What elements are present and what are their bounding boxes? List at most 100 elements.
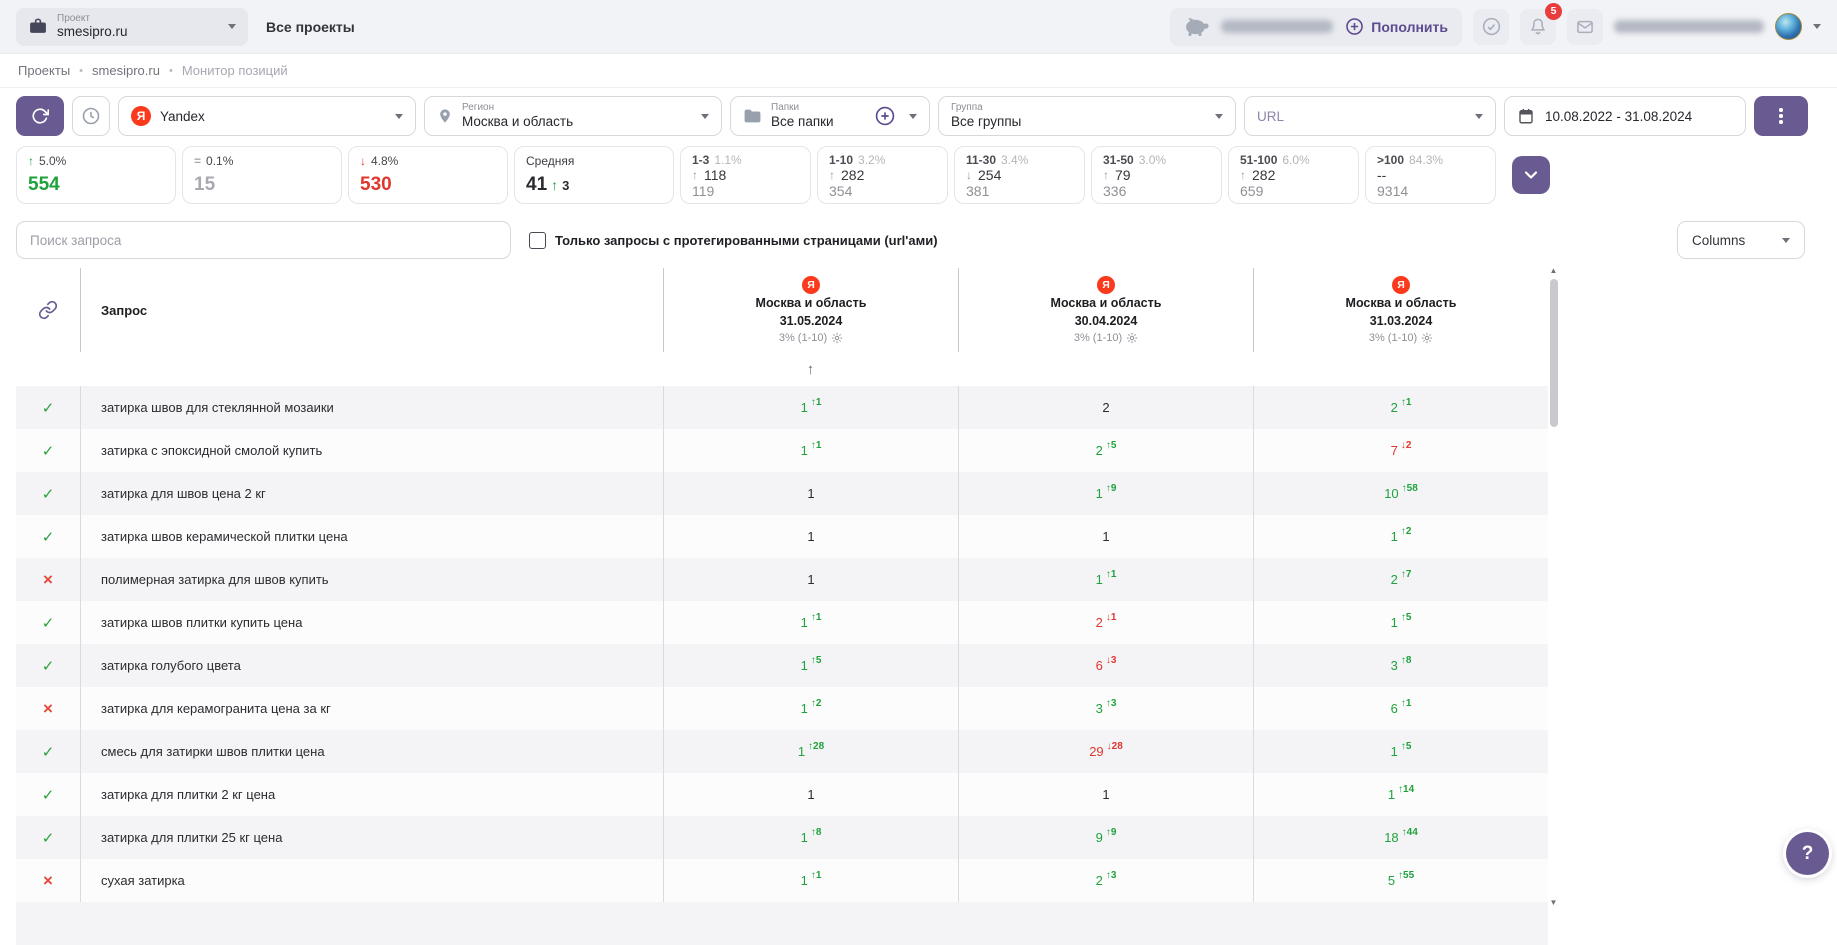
refresh-button[interactable] (16, 96, 64, 136)
position-cell[interactable]: 1↑1 (663, 859, 958, 902)
schedule-button[interactable] (72, 96, 110, 136)
bucket-card[interactable]: 1-103.2%↑282354 (817, 146, 948, 204)
position-cell[interactable]: 6↓3 (958, 644, 1253, 687)
search-input[interactable] (16, 221, 511, 259)
query-column-header[interactable]: Запрос (80, 268, 663, 352)
position-cell[interactable]: 1↑2 (1253, 515, 1548, 558)
position-cell[interactable]: 9↑9 (958, 816, 1253, 859)
checkbox[interactable] (529, 232, 546, 249)
position-cell[interactable]: 1↑9 (958, 472, 1253, 515)
position-cell[interactable]: 10↑58 (1253, 472, 1548, 515)
table-row[interactable]: ✓затирка для плитки 2 кг цена111↑14 (16, 773, 1548, 816)
tagged-filter[interactable]: Только запросы с протегированными страни… (529, 232, 938, 249)
folders-select[interactable]: Папки Все папки (730, 96, 930, 136)
position-cell[interactable]: 1↑2 (663, 687, 958, 730)
position-value: 2 (1102, 400, 1109, 415)
scrollbar-thumb[interactable] (1550, 279, 1558, 427)
position-cell[interactable]: 7↓2 (1253, 429, 1548, 472)
position-cell[interactable]: 2↑3 (958, 859, 1253, 902)
table-row[interactable]: ✓затирка для швов цена 2 кг11↑910↑58 (16, 472, 1548, 515)
help-button[interactable]: ? (1786, 832, 1829, 875)
gear-icon[interactable] (831, 332, 843, 344)
position-cell[interactable]: 2↓1 (958, 601, 1253, 644)
account-menu-caret[interactable] (1813, 24, 1821, 29)
vertical-scrollbar[interactable]: ▲ ▼ (1548, 266, 1559, 908)
position-cell[interactable]: 29↓28 (958, 730, 1253, 773)
position-cell[interactable]: 1↑5 (1253, 601, 1548, 644)
table-row[interactable]: ✓затирка для плитки 25 кг цена1↑89↑918↑4… (16, 816, 1548, 859)
expand-summary-button[interactable] (1512, 156, 1550, 194)
position-cell[interactable]: 1↑1 (663, 429, 958, 472)
sort-indicator[interactable]: ↑ (663, 361, 958, 378)
all-projects-link[interactable]: Все проекты (266, 19, 355, 35)
gear-icon[interactable] (1126, 332, 1138, 344)
region-select[interactable]: Регион Москва и область (424, 96, 722, 136)
table-row[interactable]: ×затирка для керамогранита цена за кг1↑2… (16, 687, 1548, 730)
date-column-header[interactable]: ЯМосква и область31.05.20243% (1-10) (663, 268, 958, 352)
table-row[interactable]: ×полимерная затирка для швов купить11↑12… (16, 558, 1548, 601)
bucket-card[interactable]: 31-503.0%↑79336 (1091, 146, 1222, 204)
position-cell[interactable]: 1↑8 (663, 816, 958, 859)
position-cell[interactable]: 1↑1 (663, 386, 958, 429)
date-column-header[interactable]: ЯМосква и область31.03.20243% (1-10) (1253, 268, 1548, 352)
position-cell[interactable]: 1↑14 (1253, 773, 1548, 816)
position-cell[interactable]: 3↑8 (1253, 644, 1548, 687)
scroll-up-icon[interactable]: ▲ (1550, 266, 1558, 276)
position-cell[interactable]: 1 (958, 515, 1253, 558)
breadcrumb-projects[interactable]: Проекты (18, 63, 70, 78)
scroll-down-icon[interactable]: ▼ (1550, 898, 1558, 908)
position-cell[interactable]: 1↑28 (663, 730, 958, 773)
position-cell[interactable]: 3↑3 (958, 687, 1253, 730)
position-cell[interactable]: 2 (958, 386, 1253, 429)
position-cell[interactable]: 1↑1 (663, 601, 958, 644)
target-url-column-header[interactable] (16, 268, 80, 352)
project-selector[interactable]: Проект smesipro.ru (16, 8, 248, 46)
table-row[interactable]: ✓затирка швов плитки купить цена1↑12↓11↑… (16, 601, 1548, 644)
summary-card[interactable]: =0.1%15 (182, 146, 342, 204)
position-cell[interactable]: 18↑44 (1253, 816, 1548, 859)
position-cell[interactable]: 1 (663, 558, 958, 601)
summary-card[interactable]: Средняя41↑3 (514, 146, 674, 204)
table-row[interactable]: ✓затирка швов керамической плитки цена11… (16, 515, 1548, 558)
position-delta: ↑14 (1398, 784, 1414, 795)
summary-card[interactable]: ↓4.8%530 (348, 146, 508, 204)
tasks-button[interactable] (1473, 9, 1509, 45)
bucket-card[interactable]: 11-303.4%↓254381 (954, 146, 1085, 204)
bucket-card[interactable]: 1-31.1%↑118119 (680, 146, 811, 204)
breadcrumb-project[interactable]: smesipro.ru (92, 63, 160, 78)
messages-button[interactable] (1567, 9, 1603, 45)
notifications-button[interactable]: 5 (1520, 9, 1556, 45)
position-cell[interactable]: 2↑7 (1253, 558, 1548, 601)
date-range-picker[interactable]: 10.08.2022 - 31.08.2024 (1504, 96, 1746, 136)
position-cell[interactable]: 1↑5 (663, 644, 958, 687)
topup-button[interactable]: Пополнить (1345, 17, 1448, 36)
group-select[interactable]: Группа Все группы (938, 96, 1236, 136)
table-row[interactable]: ×сухая затирка1↑12↑35↑55 (16, 859, 1548, 902)
position-cell[interactable]: 1↑5 (1253, 730, 1548, 773)
position-cell[interactable]: 2↑5 (958, 429, 1253, 472)
gear-icon[interactable] (1421, 332, 1433, 344)
table-row[interactable]: ✓затирка швов для стеклянной мозаики1↑12… (16, 386, 1548, 429)
position-cell[interactable]: 5↑55 (1253, 859, 1548, 902)
columns-button[interactable]: Columns (1677, 221, 1805, 259)
url-select[interactable]: URL (1244, 96, 1496, 136)
bucket-card[interactable]: >10084.3%--9314 (1365, 146, 1496, 204)
piggy-bank-icon (1184, 16, 1209, 37)
summary-card[interactable]: ↑5.0%554 (16, 146, 176, 204)
position-cell[interactable]: 1 (663, 472, 958, 515)
position-cell[interactable]: 1 (663, 515, 958, 558)
bucket-card[interactable]: 51-1006.0%↑282659 (1228, 146, 1359, 204)
avatar[interactable] (1775, 13, 1802, 40)
position-cell[interactable]: 1 (663, 773, 958, 816)
table-row[interactable]: ✓смесь для затирки швов плитки цена1↑282… (16, 730, 1548, 773)
search-engine-select[interactable]: Я Yandex (118, 96, 416, 136)
position-cell[interactable]: 2↑1 (1253, 386, 1548, 429)
add-folder-button[interactable] (874, 105, 896, 127)
more-actions-button[interactable] (1754, 96, 1808, 136)
date-column-header[interactable]: ЯМосква и область30.04.20243% (1-10) (958, 268, 1253, 352)
position-cell[interactable]: 6↑1 (1253, 687, 1548, 730)
table-row[interactable]: ✓затирка голубого цвета1↑56↓33↑8 (16, 644, 1548, 687)
position-cell[interactable]: 1 (958, 773, 1253, 816)
position-cell[interactable]: 1↑1 (958, 558, 1253, 601)
table-row[interactable]: ✓затирка с эпоксидной смолой купить1↑12↑… (16, 429, 1548, 472)
